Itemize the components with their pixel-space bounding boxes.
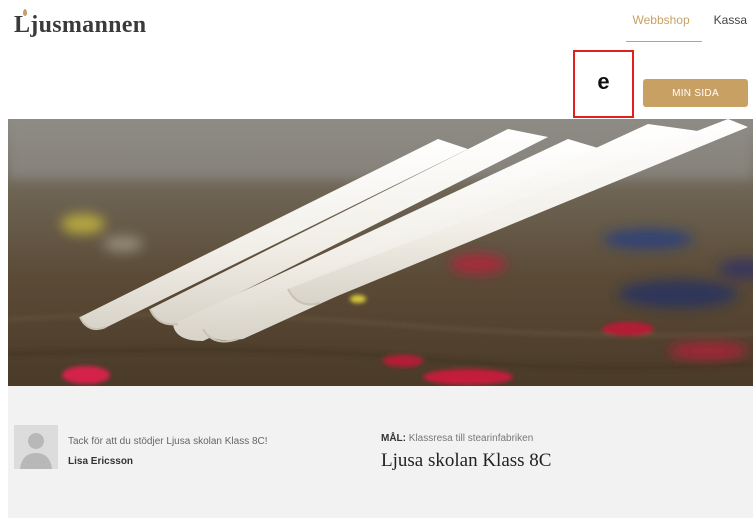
flame-icon <box>23 9 27 16</box>
avatar <box>14 425 58 469</box>
annotation-label: e <box>597 69 610 94</box>
goal-text: Klassresa till stearinfabriken <box>408 433 534 444</box>
logo[interactable]: Ljusmannen <box>14 9 147 39</box>
annotation-marker: e <box>573 50 634 118</box>
campaign-title: Ljusa skolan Klass 8C <box>381 450 552 471</box>
min-sida-button[interactable]: MIN SIDA <box>643 79 748 107</box>
top-nav: Webbshop Kassa <box>626 12 753 42</box>
thanks-text: Tack för att du stödjer Ljusa skolan Kla… <box>68 436 268 447</box>
nav-webbshop[interactable]: Webbshop <box>626 12 702 42</box>
hero-image <box>8 119 753 386</box>
goal-label: MÅL: <box>381 433 406 444</box>
supporter-name: Lisa Ericsson <box>68 456 134 467</box>
nav-kassa[interactable]: Kassa <box>708 12 753 42</box>
candles-on-wood-image <box>8 119 753 386</box>
person-placeholder-icon <box>20 433 52 469</box>
goal-line: MÅL: Klassresa till stearinfabriken <box>381 433 533 444</box>
logo-text: Ljusmannen <box>14 12 147 38</box>
